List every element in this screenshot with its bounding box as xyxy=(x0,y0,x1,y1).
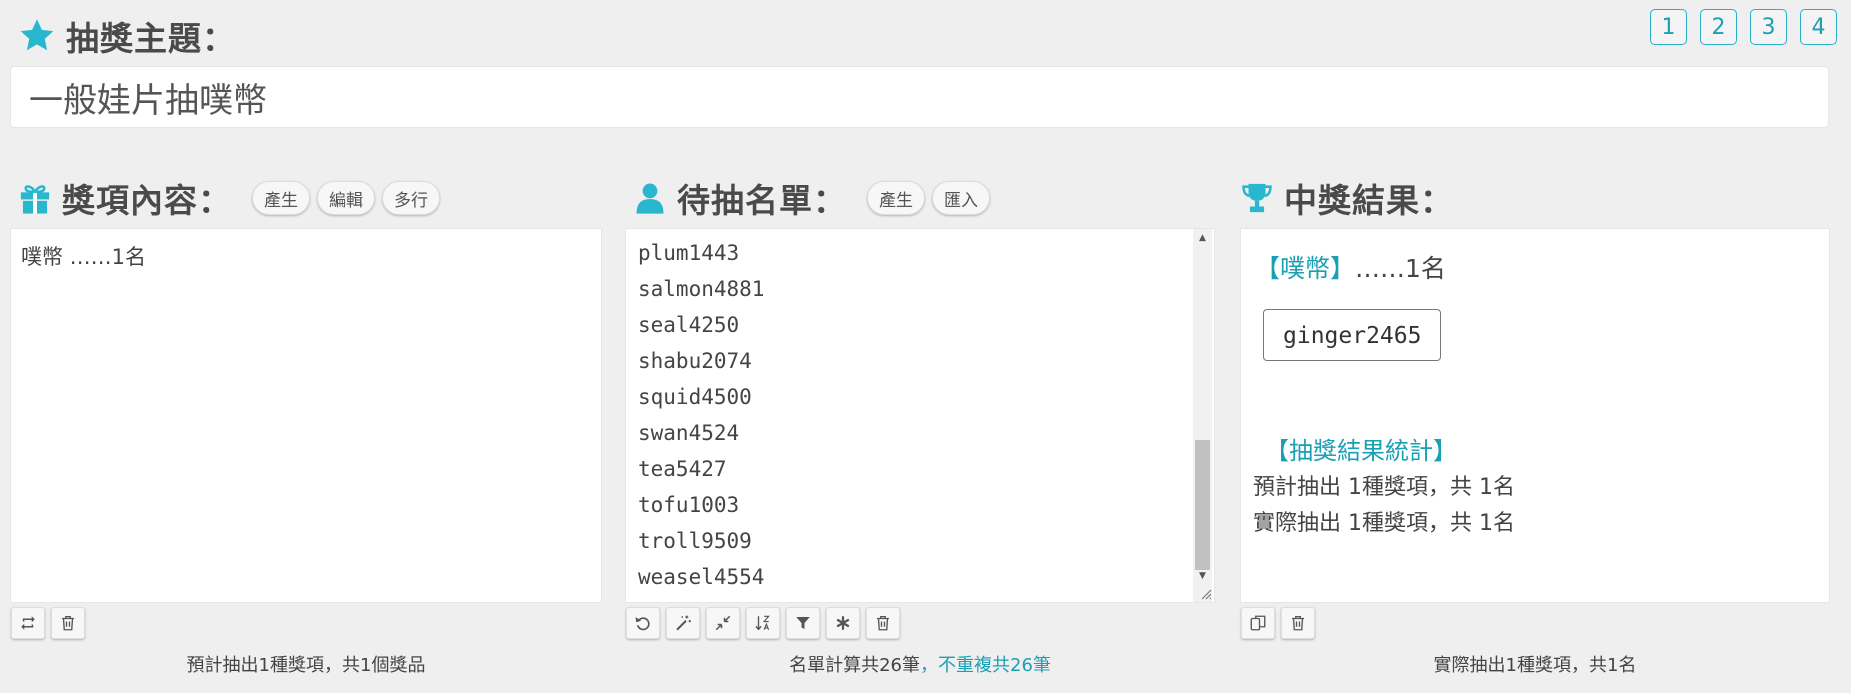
asterisk-icon xyxy=(836,616,850,630)
list-clear-button[interactable] xyxy=(866,607,900,639)
list-item: shabu2074 xyxy=(638,349,752,373)
prize-edit-button[interactable]: 編輯 xyxy=(317,181,375,215)
trophy-icon xyxy=(1242,183,1272,213)
user-icon xyxy=(636,183,664,214)
list-generate-button[interactable]: 產生 xyxy=(867,181,925,215)
resize-grip-icon[interactable] xyxy=(1198,586,1212,600)
list-item: salmon4881 xyxy=(638,277,765,301)
list-toolbar xyxy=(626,607,900,639)
sort-alpha-icon xyxy=(755,615,770,631)
list-item: plum1443 xyxy=(638,241,740,265)
prize-title: 獎項內容： xyxy=(62,181,232,220)
theme-header: 抽獎主題： xyxy=(18,14,236,58)
prize-textarea[interactable]: 噗幣 ……1名 xyxy=(10,228,602,603)
list-summary: 名單計算共26筆，不重複共26筆 xyxy=(625,651,1215,677)
list-scrollbar[interactable]: ▲ ▼ xyxy=(1193,229,1212,602)
trash-icon xyxy=(1292,615,1304,631)
list-item: seal4250 xyxy=(638,313,740,337)
result-clear-button[interactable] xyxy=(1281,607,1315,639)
page-tab-3[interactable]: 3 xyxy=(1750,9,1787,45)
retweet-icon xyxy=(21,616,35,630)
prize-generate-button[interactable]: 產生 xyxy=(252,181,310,215)
result-panel: 【噗幣】……1名 ginger2465 【抽獎結果統計】 預計抽出 1種獎項，共… xyxy=(1240,228,1830,603)
list-header: 待抽名單： 產生 匯入 xyxy=(633,177,997,220)
page-tabs: 1 2 3 4 xyxy=(1650,9,1837,45)
magic-button[interactable] xyxy=(666,607,700,639)
compress-icon xyxy=(715,615,731,631)
candidate-textarea[interactable]: plum1443 salmon4881 seal4250 shabu2074 s… xyxy=(625,228,1215,603)
result-category-name: 【噗幣】 xyxy=(1255,254,1356,283)
prize-summary: 預計抽出1種獎項，共1個獎品 xyxy=(186,655,426,676)
stats-expected: 預計抽出 1種獎項，共 1名 xyxy=(1253,475,1515,500)
reset-button[interactable] xyxy=(626,607,660,639)
stats-title: 【抽獎結果統計】 xyxy=(1265,437,1457,465)
filter-button[interactable] xyxy=(786,607,820,639)
list-item: swan4524 xyxy=(638,421,740,445)
page-title: 抽獎主題： xyxy=(66,19,236,58)
list-item: tofu1003 xyxy=(638,493,740,517)
list-import-button[interactable]: 匯入 xyxy=(932,181,990,215)
result-summary: 實際抽出1種獎項，共1名 xyxy=(1433,655,1637,676)
result-category: 【噗幣】……1名 xyxy=(1253,249,1817,285)
copy-button[interactable] xyxy=(1241,607,1275,639)
prize-header: 獎項內容： 產生 編輯 多行 xyxy=(18,177,447,220)
theme-input[interactable]: 一般娃片抽噗幣 xyxy=(10,66,1829,128)
stats-actual: 實際抽出 1種獎項，共 1名 xyxy=(1253,511,1515,536)
page-tab-4[interactable]: 4 xyxy=(1800,9,1837,45)
prize-toolbar xyxy=(11,607,85,639)
undo-icon xyxy=(635,617,650,631)
star-icon xyxy=(20,19,54,51)
list-item: squid4500 xyxy=(638,385,752,409)
list-item: tea5427 xyxy=(638,457,727,481)
shuffle-button[interactable] xyxy=(11,607,45,639)
page-tab-2[interactable]: 2 xyxy=(1700,9,1737,45)
gift-icon xyxy=(20,185,50,214)
scrollbar-thumb[interactable] xyxy=(1195,440,1210,570)
trash-icon xyxy=(62,615,74,631)
filter-icon xyxy=(796,617,810,629)
trash-icon xyxy=(877,615,889,631)
list-title: 待抽名單： xyxy=(677,181,847,220)
list-item: weasel4554 xyxy=(638,565,765,589)
sort-button[interactable] xyxy=(746,607,780,639)
compress-button[interactable] xyxy=(706,607,740,639)
list-total-count: 名單計算共26筆 xyxy=(789,655,920,676)
page-tab-1[interactable]: 1 xyxy=(1650,9,1687,45)
list-unique-count: ，不重複共26筆 xyxy=(920,655,1051,676)
result-toolbar xyxy=(1241,607,1315,639)
asterisk-button[interactable] xyxy=(826,607,860,639)
scroll-down-icon[interactable]: ▼ xyxy=(1193,567,1212,584)
scroll-up-icon[interactable]: ▲ xyxy=(1193,229,1212,246)
result-header: 中獎結果： xyxy=(1240,177,1474,220)
result-title: 中獎結果： xyxy=(1284,181,1454,220)
prize-multiline-button[interactable]: 多行 xyxy=(382,181,440,215)
winner-badge[interactable]: ginger2465 xyxy=(1263,309,1442,361)
prize-content: 噗幣 ……1名 xyxy=(21,245,147,269)
magic-wand-icon xyxy=(676,615,691,631)
result-category-count: ……1名 xyxy=(1355,254,1446,283)
list-item: troll9509 xyxy=(638,529,752,553)
prize-clear-button[interactable] xyxy=(51,607,85,639)
candidate-list: plum1443 salmon4881 seal4250 shabu2074 s… xyxy=(626,229,1214,595)
copy-icon xyxy=(1250,615,1266,631)
